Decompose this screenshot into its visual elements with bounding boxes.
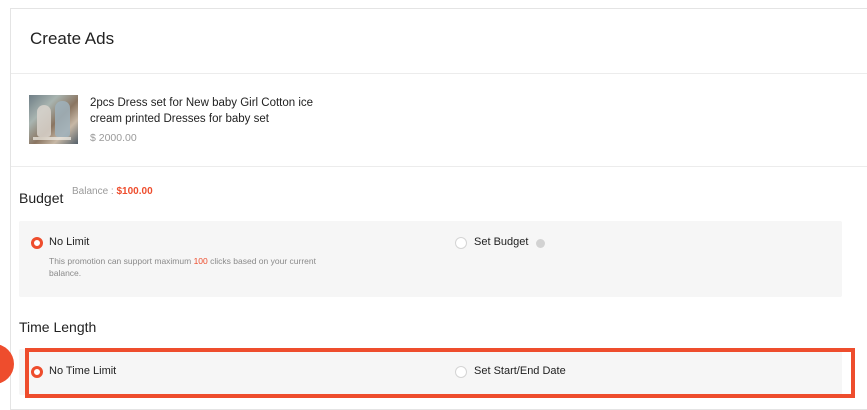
no-limit-description: This promotion can support maximum 100 c… [49,256,316,278]
page-title: Create Ads [30,29,115,48]
balance-label: Balance : [72,186,114,197]
product-name: 2pcs Dress set for New baby Girl Cotton … [90,97,314,125]
product-price: $ 2000.00 [90,132,137,144]
radio-no-limit[interactable] [31,237,43,249]
product-summary: 2pcs Dress set for New baby Girl Cotton … [11,74,867,167]
option-label-set-budget: Set Budget [474,236,529,248]
option-label-no-limit: No Limit [49,236,90,248]
budget-option-set-budget[interactable]: Set Budget [439,221,839,261]
balance-value: $100.00 [116,186,153,197]
budget-option-no-limit[interactable]: No Limit This promotion can support maxi… [19,221,419,297]
help-icon[interactable] [536,239,545,248]
highlight-box [25,348,855,398]
max-clicks-value: 100 [193,256,208,266]
radio-set-budget[interactable] [455,237,467,249]
balance-info: Balance : $100.00 [72,186,153,197]
page-header: Create Ads [11,9,867,74]
budget-options: No Limit This promotion can support maxi… [19,221,842,297]
budget-title: Budget [19,190,64,206]
product-thumbnail [29,95,78,144]
time-length-title: Time Length [19,319,97,335]
